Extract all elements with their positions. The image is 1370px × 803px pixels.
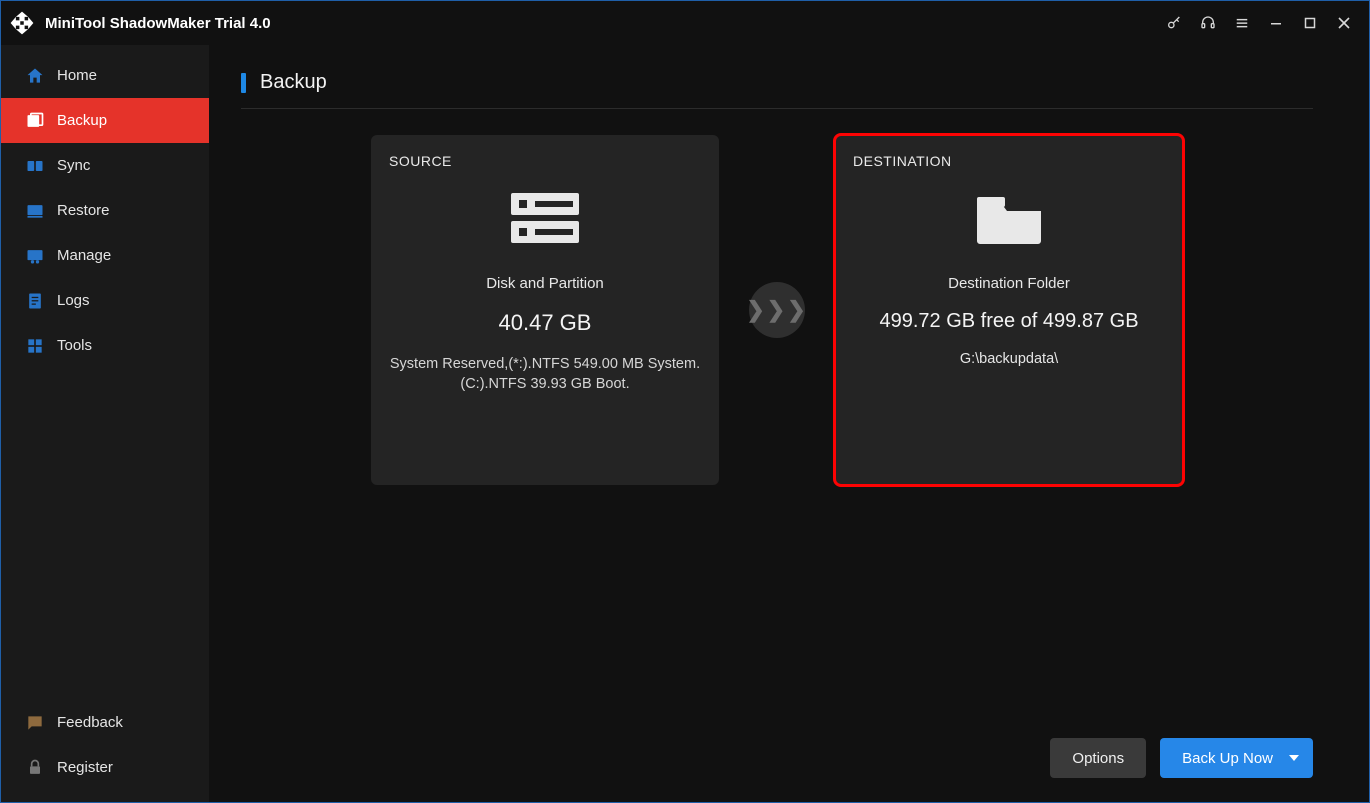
sidebar-item-label: Manage: [57, 247, 111, 264]
sidebar-item-label: Backup: [57, 112, 107, 129]
source-card[interactable]: SOURCE Disk and Partition 40.47 GB Syste…: [371, 135, 719, 485]
restore-icon: [25, 201, 45, 221]
page-heading: Backup: [241, 71, 1313, 109]
sidebar-item-sync[interactable]: Sync: [1, 143, 209, 188]
headset-icon[interactable]: [1191, 8, 1225, 38]
backup-now-button[interactable]: Back Up Now: [1160, 738, 1313, 778]
sidebar: Home Backup Sync Restore Manage: [1, 45, 209, 802]
folder-icon: [969, 187, 1049, 251]
app-title: MiniTool ShadowMaker Trial 4.0: [45, 15, 271, 32]
close-button[interactable]: [1327, 8, 1361, 38]
options-button-label: Options: [1072, 750, 1124, 767]
register-icon: [25, 758, 45, 778]
home-icon: [25, 66, 45, 86]
sidebar-item-label: Home: [57, 67, 97, 84]
tools-icon: [25, 336, 45, 356]
heading-accent: [241, 73, 246, 93]
sidebar-item-label: Sync: [57, 157, 90, 174]
maximize-button[interactable]: [1293, 8, 1327, 38]
sidebar-item-label: Logs: [57, 292, 90, 309]
sidebar-item-label: Tools: [57, 337, 92, 354]
arrow-icon: ❯❯❯: [749, 282, 805, 338]
sidebar-item-register[interactable]: Register: [1, 745, 209, 790]
footer: Options Back Up Now: [241, 718, 1313, 778]
sidebar-item-backup[interactable]: Backup: [1, 98, 209, 143]
backup-icon: [25, 111, 45, 131]
manage-icon: [25, 246, 45, 266]
content-area: Backup SOURCE Disk and Partition: [209, 45, 1369, 802]
destination-card[interactable]: DESTINATION Destination Folder 499.72 GB…: [835, 135, 1183, 485]
source-size: 40.47 GB: [499, 310, 592, 336]
sidebar-item-home[interactable]: Home: [1, 53, 209, 98]
destination-path: G:\backupdata\: [960, 351, 1058, 367]
sync-icon: [25, 156, 45, 176]
options-button[interactable]: Options: [1050, 738, 1146, 778]
menu-icon[interactable]: [1225, 8, 1259, 38]
title-bar: MiniTool ShadowMaker Trial 4.0: [1, 1, 1369, 45]
sidebar-item-label: Restore: [57, 202, 110, 219]
disk-icon: [505, 187, 585, 251]
destination-label: Destination Folder: [948, 275, 1070, 292]
sidebar-item-logs[interactable]: Logs: [1, 278, 209, 323]
source-label: Disk and Partition: [486, 275, 604, 292]
source-detail: System Reserved,(*:).NTFS 549.00 MB Syst…: [390, 354, 700, 395]
logs-icon: [25, 291, 45, 311]
sidebar-item-label: Feedback: [57, 714, 123, 731]
source-card-title: SOURCE: [389, 153, 452, 169]
backup-now-button-label: Back Up Now: [1182, 750, 1273, 767]
key-icon[interactable]: [1157, 8, 1191, 38]
feedback-icon: [25, 713, 45, 733]
minimize-button[interactable]: [1259, 8, 1293, 38]
destination-card-title: DESTINATION: [853, 153, 952, 169]
sidebar-item-label: Register: [57, 759, 113, 776]
sidebar-item-manage[interactable]: Manage: [1, 233, 209, 278]
page-title: Backup: [260, 71, 327, 94]
sidebar-item-feedback[interactable]: Feedback: [1, 700, 209, 745]
app-logo-icon: [7, 8, 37, 38]
sidebar-item-restore[interactable]: Restore: [1, 188, 209, 233]
destination-free: 499.72 GB free of 499.87 GB: [879, 310, 1138, 333]
sidebar-item-tools[interactable]: Tools: [1, 323, 209, 368]
